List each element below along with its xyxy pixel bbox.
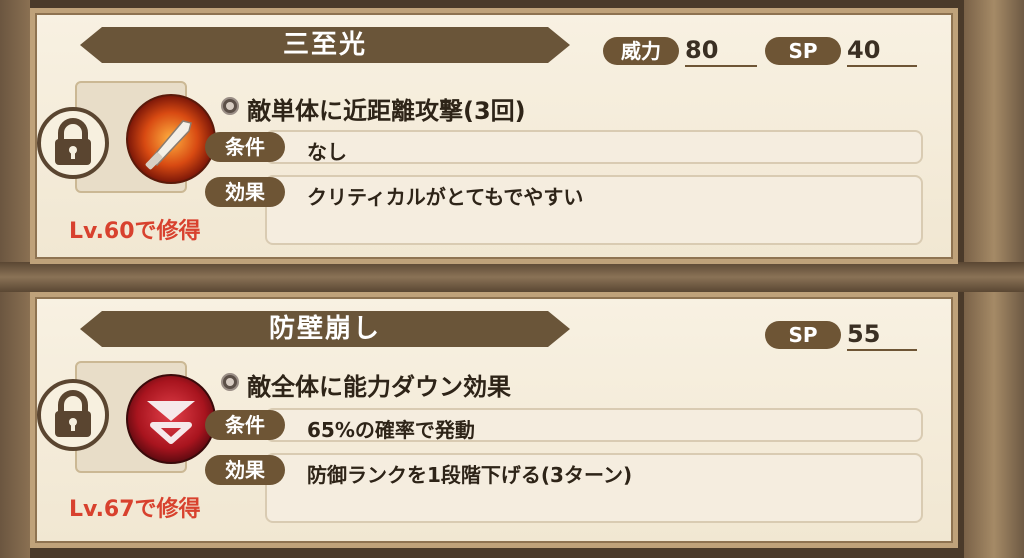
learn-level: Lv.67で修得: [69, 497, 201, 522]
sword-icon: [126, 94, 216, 184]
condition-label: 条件: [205, 132, 285, 162]
skill-name: 三至光: [282, 30, 367, 60]
bullet-icon: [221, 373, 239, 391]
condition-label: 条件: [205, 410, 285, 440]
condition-field: [265, 130, 923, 164]
condition-text: 65%の確率で発動: [307, 418, 475, 442]
bullet-icon: [221, 97, 239, 115]
skill-description: 敵単体に近距離攻撃(3回): [247, 97, 526, 125]
power-label: 威力: [603, 37, 679, 65]
skill-card[interactable]: 三至光 威力 80 SP 40 Lv.60で修得 敵単体に近距離攻撃(3回) 条…: [30, 8, 958, 264]
effect-label: 効果: [205, 177, 285, 207]
sp-label: SP: [765, 321, 841, 349]
lock-icon: [37, 107, 109, 179]
lock-icon: [37, 379, 109, 451]
sp-value: 40: [847, 35, 917, 67]
background-gap: [0, 262, 1024, 292]
skill-description: 敵全体に能力ダウン効果: [247, 373, 511, 401]
sp-value: 55: [847, 319, 917, 351]
skill-card[interactable]: 防壁崩し SP 55 Lv.67で修得 敵全体に能力ダウン効果 条件 65%の確…: [30, 292, 958, 548]
learn-level: Lv.60で修得: [69, 219, 201, 244]
skill-name: 防壁崩し: [268, 314, 381, 344]
sp-label: SP: [765, 37, 841, 65]
effect-label: 効果: [205, 455, 285, 485]
effect-text: 防御ランクを1段階下げる(3ターン): [307, 463, 633, 487]
condition-text: なし: [307, 140, 347, 164]
defense-down-icon: [126, 374, 216, 464]
power-value: 80: [685, 35, 757, 67]
effect-text: クリティカルがとてもでやすい: [307, 185, 584, 209]
